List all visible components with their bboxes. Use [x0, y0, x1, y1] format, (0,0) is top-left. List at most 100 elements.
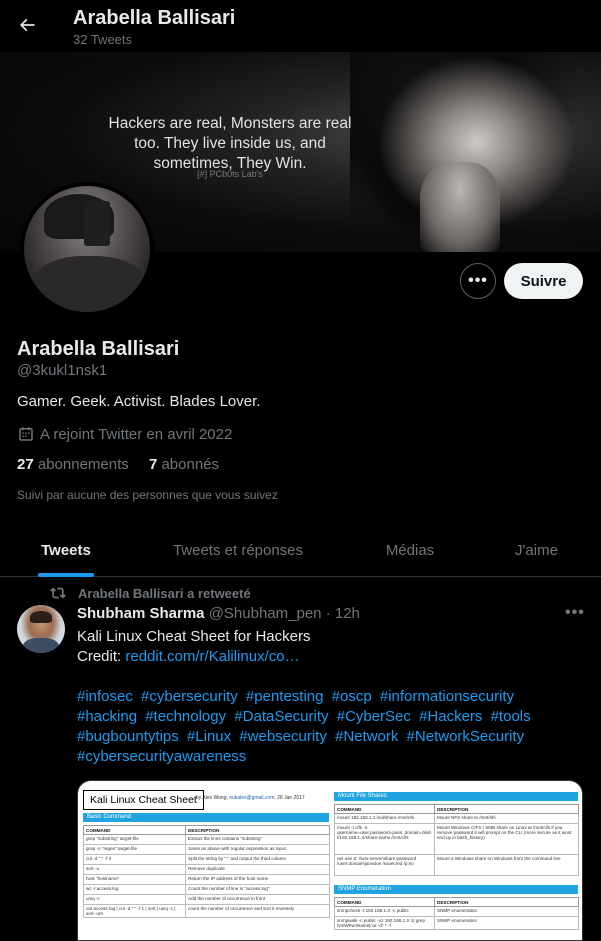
table-row: uniq -c Add the number of occurrence in f… [83, 894, 330, 905]
calendar-icon [19, 427, 33, 441]
profile-tabs: Tweets Tweets et réponses Médias J'aime [0, 524, 601, 577]
hashtag-link[interactable]: #Linux [187, 728, 231, 745]
more-options-button[interactable]: ••• [460, 263, 496, 299]
hashtag-link[interactable]: #technology [145, 708, 226, 725]
tab-likes[interactable]: J'aime [476, 524, 597, 577]
tweet-author-avatar[interactable] [17, 605, 65, 653]
hashtag-link[interactable]: #hacking [77, 708, 137, 725]
profile-join-date: A rejoint Twitter en avril 2022 [17, 425, 232, 443]
table-cell: Count the number of line in "access.log" [185, 884, 330, 895]
basic-command-section-bar: Basic Command [83, 813, 329, 822]
join-date-text: A rejoint Twitter en avril 2022 [40, 425, 233, 443]
tweet-credit-link[interactable]: reddit.com/r/Kalilinux/co… [125, 648, 299, 665]
tweet-author-handle[interactable]: @Shubham_pen [209, 605, 322, 622]
cheat-sheet-author-prefix: by Alex Wong, [196, 795, 228, 801]
table-cell: wc -l access.log [83, 884, 186, 895]
table-cell: grep -o "regex" target-file [83, 844, 186, 855]
more-horizontal-icon: ••• [565, 604, 585, 621]
table-row: grep -o "regex" target-file Same as above… [83, 844, 330, 855]
hashtag-link[interactable]: #tools [491, 708, 531, 725]
table-row: wc -l access.log Count the number of line… [83, 884, 330, 895]
hashtag-link[interactable]: #websecurity [239, 728, 327, 745]
table-cell: mount -t cifs -o username=user,password=… [334, 823, 435, 855]
table-header-cell: DESCRIPTION [185, 825, 330, 835]
follow-button[interactable]: Suivre [504, 263, 583, 299]
followed-by-text: Suivi par aucune des personnes que vous … [17, 488, 278, 502]
table-cell: snmpcheck -t 192.168.1.X -c public [334, 906, 435, 917]
table-cell: mount 192.168.1.1:/vol/share /mnt/nfs [334, 813, 435, 824]
table-row: mount 192.168.1.1:/vol/share /mnt/nfs Mou… [334, 813, 579, 824]
profile-avatar[interactable] [20, 182, 154, 316]
banner-figure-hand [420, 162, 500, 252]
table-header-row: COMMAND DESCRIPTION [334, 804, 579, 814]
table-cell: count the number of occurrence and sort … [185, 904, 330, 918]
hashtag-link[interactable]: #informationsecurity [380, 688, 514, 705]
header-profile-name: Arabella Ballisari [73, 7, 236, 29]
hashtag-link[interactable]: #pentesting [246, 688, 324, 705]
table-cell: cut -d ":" -f 3 [83, 854, 186, 865]
tweet-meta-separator: · [325, 605, 331, 622]
table-cell: Mount Windows CIFS / SMB share on Linux … [434, 823, 579, 855]
tweet-author-name[interactable]: Shubham Sharma [77, 605, 205, 622]
tweet-more-button[interactable]: ••• [565, 604, 585, 622]
table-row: cat access.log | cut -d " " -f 1 | sort … [83, 904, 330, 918]
hashtag-link[interactable]: #CyberSec [337, 708, 411, 725]
tweet-header: Shubham Sharma @Shubham_pen · 12h [77, 605, 360, 622]
tweet-credit-prefix: Credit: [77, 648, 126, 665]
profile-header-bar: Arabella Ballisari 32 Tweets [0, 0, 601, 52]
hashtag-link[interactable]: #infosec [77, 688, 133, 705]
table-cell: Split the string by ":" and output the t… [185, 854, 330, 865]
hashtag-link[interactable]: #NetworkSecurity [407, 728, 525, 745]
table-cell: Extract the lines contains "substring" [185, 834, 330, 845]
hashtag-link[interactable]: #cybersecurityawareness [77, 748, 246, 765]
retweet-indicator[interactable]: Arabella Ballisari a retweeté [50, 585, 251, 601]
table-row: snmpcheck -t 192.168.1.X -c public SNMP e… [334, 906, 579, 917]
hashtag-link[interactable]: #cybersecurity [141, 688, 238, 705]
hashtag-link[interactable]: #Network [335, 728, 398, 745]
table-row: grep "substring" target-file Extract the … [83, 834, 330, 845]
hashtag-link[interactable]: #bugbountytips [77, 728, 179, 745]
table-header-cell: COMMAND [334, 897, 435, 907]
tab-tweets-and-replies[interactable]: Tweets et réponses [132, 524, 344, 577]
basic-command-table: COMMAND DESCRIPTION grep "substring" tar… [83, 825, 330, 918]
follow-stats: 27 abonnements 7 abonnés [17, 456, 235, 473]
table-row: net use Z: \\win-server\share password /… [334, 854, 579, 876]
retweet-label: Arabella Ballisari a retweeté [78, 585, 251, 601]
table-header-cell: DESCRIPTION [434, 897, 579, 907]
tweet-hashtags: #infosec #cybersecurity #pentesting #osc… [77, 687, 547, 767]
hashtag-link[interactable]: #DataSecurity [234, 708, 328, 725]
table-cell: Mount a Windows share on Windows from th… [434, 854, 579, 876]
header-tweet-count: 32 Tweets [73, 32, 133, 47]
followers-label: abonnés [161, 456, 220, 473]
tweet-text-line: Kali Linux Cheat Sheet for Hackers [77, 628, 311, 645]
table-cell: Same as above with regular expression as… [185, 844, 330, 855]
following-link[interactable]: 27 abonnements [17, 456, 129, 473]
table-row: host "hostname" Return the IP address of … [83, 874, 330, 885]
cheat-sheet-title: Kali Linux Cheat Sheet [83, 790, 204, 810]
following-count: 27 [17, 456, 34, 473]
tab-tweets[interactable]: Tweets [0, 524, 132, 577]
profile-handle: @3kukl1nsk1 [17, 362, 108, 379]
following-label: abonnements [37, 456, 129, 473]
table-cell: SNMP enumeration [434, 916, 579, 930]
hashtag-link[interactable]: #Hackers [419, 708, 482, 725]
hashtag-link[interactable]: #oscp [332, 688, 372, 705]
tweet-avatar-shirt [23, 638, 59, 653]
followers-link[interactable]: 7 abonnés [149, 456, 219, 473]
table-cell: cat access.log | cut -d " " -f 1 | sort … [83, 904, 186, 918]
table-header-cell: COMMAND [334, 804, 435, 814]
arrow-left-icon [19, 18, 35, 32]
tweet-timestamp[interactable]: 12h [335, 605, 360, 622]
table-row: sort -u Remove duplicate [83, 864, 330, 875]
tweet-media-image[interactable]: Kali Linux Cheat Sheet by Alex Wong, euk… [77, 780, 583, 941]
cheat-sheet-author: by Alex Wong, eukalex@gmail.com, 26 Jan … [196, 795, 305, 801]
table-cell: Return the IP address of the host name [185, 874, 330, 885]
back-button[interactable] [10, 8, 44, 42]
banner-credit-text: [#] PCb0ts Lab's [197, 169, 263, 179]
table-cell: Remove duplicate [185, 864, 330, 875]
profile-bio: Gamer. Geek. Activist. Blades Lover. [17, 393, 261, 410]
profile-name: Arabella Ballisari [17, 338, 180, 360]
table-cell: grep "substring" target-file [83, 834, 186, 845]
tab-media[interactable]: Médias [344, 524, 476, 577]
table-header-cell: COMMAND [83, 825, 186, 835]
